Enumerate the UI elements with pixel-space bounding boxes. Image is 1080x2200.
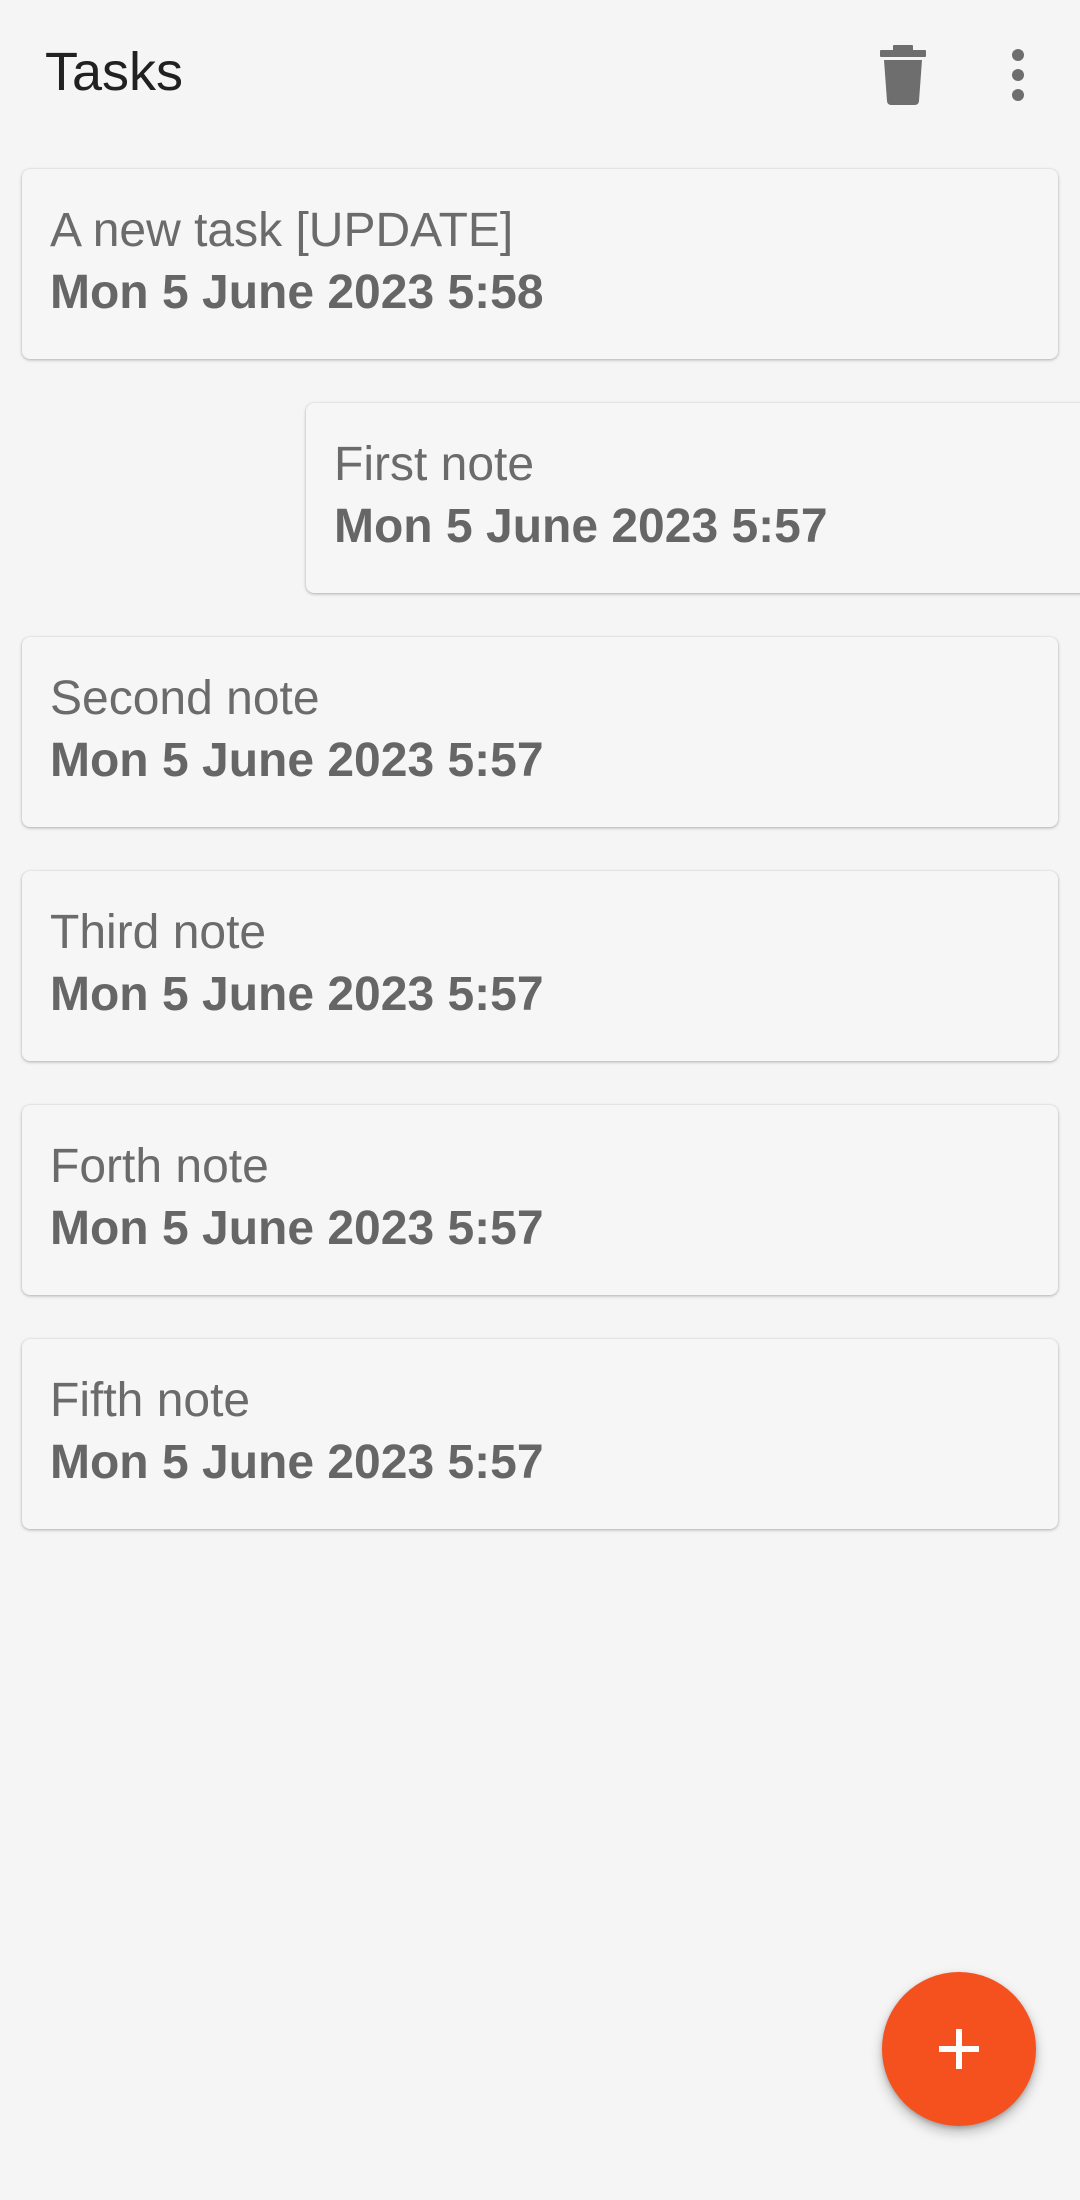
task-date: Mon 5 June 2023 5:58 [50,266,544,319]
task-title: Fifth note [50,1374,251,1427]
task-date: Mon 5 June 2023 5:57 [50,734,544,787]
task-date: Mon 5 June 2023 5:57 [50,1202,544,1255]
task-title: Second note [50,672,320,725]
task-card[interactable]: Second note Mon 5 June 2023 5:57 [22,637,1058,827]
task-title: A new task [UPDATE] [50,204,514,257]
task-date: Mon 5 June 2023 5:57 [50,968,544,1021]
task-date: Mon 5 June 2023 5:57 [50,1436,544,1489]
task-card[interactable]: A new task [UPDATE] Mon 5 June 2023 5:58 [22,169,1058,359]
task-date: Mon 5 June 2023 5:57 [334,500,828,553]
plus-icon [939,2029,979,2069]
task-title: Forth note [50,1140,269,1193]
add-task-button[interactable] [882,1972,1036,2126]
task-title: First note [334,438,535,491]
task-card-swiped[interactable]: First note Mon 5 June 2023 5:57 [306,403,1080,593]
task-list: A new task [UPDATE] Mon 5 June 2023 5:58… [0,0,1080,1600]
task-card[interactable]: Fifth note Mon 5 June 2023 5:57 [22,1339,1058,1529]
task-card[interactable]: Third note Mon 5 June 2023 5:57 [22,871,1058,1061]
task-title: Third note [50,906,267,959]
task-card[interactable]: Forth note Mon 5 June 2023 5:57 [22,1105,1058,1295]
